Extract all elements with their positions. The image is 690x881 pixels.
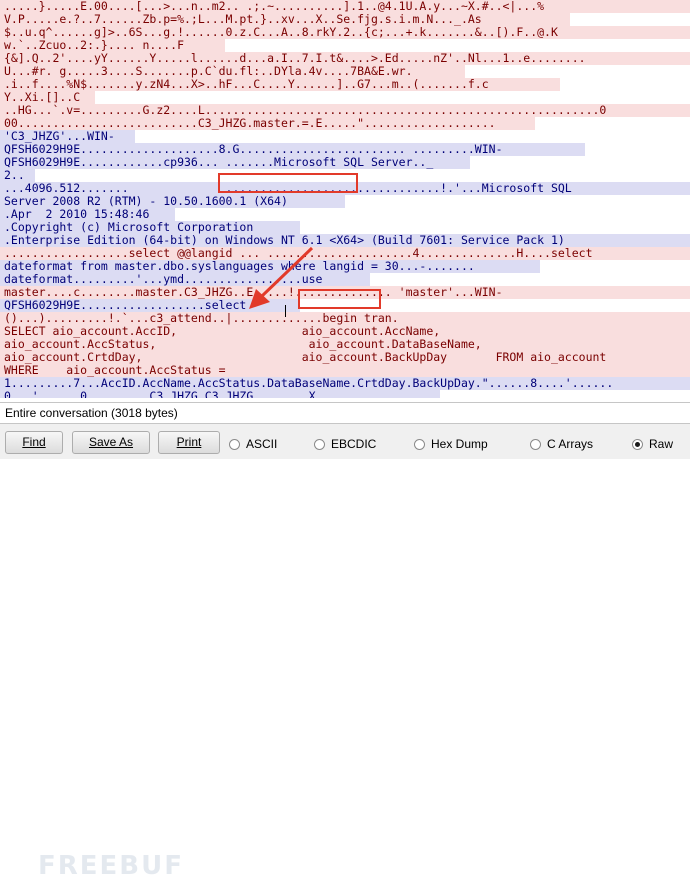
print-button[interactable]: Print	[158, 431, 220, 454]
tcp-stream-content[interactable]: .....}.....E.00....[...>...n..m2.. .;.~.…	[0, 0, 690, 398]
save-as-button-label: Save As	[88, 435, 134, 449]
format-radio-c-arrays[interactable]: C Arrays	[530, 437, 593, 451]
format-radio-raw[interactable]: Raw	[632, 437, 673, 451]
radio-dot-selected-icon	[632, 439, 643, 450]
format-radio-hex-dump[interactable]: Hex Dump	[414, 437, 488, 451]
format-radio-ascii[interactable]: ASCII	[229, 437, 277, 451]
format-radio-label: ASCII	[246, 437, 278, 451]
annotation-arrow	[249, 246, 314, 309]
format-radio-label: C Arrays	[547, 437, 594, 451]
annotation-arrow-shaft	[260, 246, 314, 298]
radio-dot-icon	[314, 439, 325, 450]
follow-stream-controls: FREEBUF Find Save As Print ASCII EBCDIC …	[0, 424, 690, 881]
watermark-logo: FREEBUF	[38, 851, 184, 881]
format-radio-label: Raw	[649, 437, 674, 451]
format-radio-ebcdic[interactable]: EBCDIC	[314, 437, 376, 451]
find-button[interactable]: Find	[5, 431, 63, 454]
format-radio-label: EBCDIC	[331, 437, 377, 451]
conversation-size-label: Entire conversation (3018 bytes)	[0, 402, 690, 424]
radio-dot-icon	[229, 439, 240, 450]
radio-dot-icon	[414, 439, 425, 450]
radio-dot-icon	[530, 439, 541, 450]
print-button-label: Print	[176, 435, 202, 449]
save-as-button[interactable]: Save As	[72, 431, 150, 454]
format-radio-label: Hex Dump	[431, 437, 488, 451]
find-button-label: Find	[22, 435, 46, 449]
